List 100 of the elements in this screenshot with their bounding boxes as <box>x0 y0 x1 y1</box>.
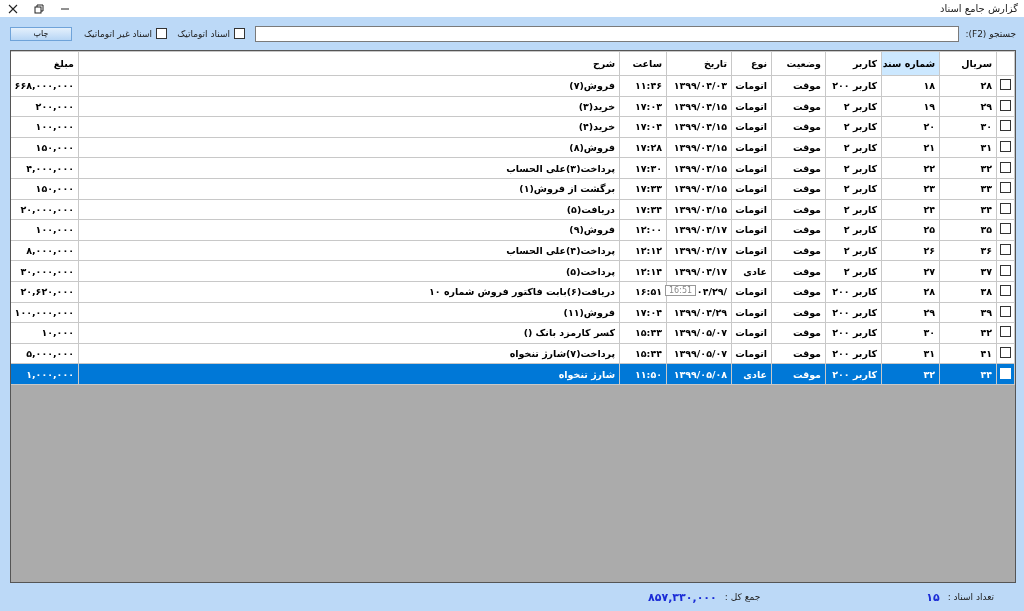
serial-cell: ۳۰ <box>980 121 992 133</box>
description-cell: دریافت(۶)بابت فاکتور فروش شماره ۱۰ <box>429 286 615 298</box>
user-cell: کاربر ۲ <box>843 265 877 277</box>
user-cell: کاربر ۲ <box>843 183 877 195</box>
doc-number-cell: ۳۱ <box>923 348 935 359</box>
row-checkbox[interactable] <box>1000 223 1011 235</box>
time-cell: ۱۶:۵۱ <box>635 286 662 298</box>
date-cell: ۱۳۹۹/۰۴/۱۵ <box>673 203 727 215</box>
doc-number-cell: ۲۱ <box>923 142 935 154</box>
doc-number-cell: ۳۲ <box>923 368 935 380</box>
serial-cell: ۴۴ <box>980 368 992 380</box>
tooltip: 16:51 <box>665 284 697 296</box>
doc-number-cell: ۲۷ <box>923 265 935 277</box>
amount-cell: ۲۰,۰۰۰,۰۰۰ <box>20 203 74 215</box>
column-header[interactable]: سریال <box>939 51 997 76</box>
row-checkbox[interactable] <box>1000 79 1011 91</box>
user-cell: کاربر ۲۰۰ <box>832 80 877 92</box>
user-cell: کاربر ۲۰۰ <box>832 286 877 298</box>
user-cell: کاربر ۲ <box>843 142 877 154</box>
row-checkbox[interactable] <box>1000 264 1011 276</box>
doc-number-cell: ۲۵ <box>923 224 935 236</box>
type-cell: اتومات <box>735 306 767 318</box>
type-cell: اتومات <box>735 142 767 154</box>
column-header[interactable]: شرح <box>78 51 620 76</box>
search-label: جستجو (F2): <box>965 28 1016 39</box>
search-field[interactable] <box>255 25 960 42</box>
date-cell: ۱۳۹۹/۰۴/۲۹ <box>673 306 727 318</box>
status-cell: موقت <box>792 80 821 92</box>
date-cell: ۱۳۹۹/۰۴/۱۷ <box>673 245 727 257</box>
row-checkbox[interactable] <box>1000 99 1011 111</box>
description-cell: پرداخت(۴)علی الحساب <box>506 245 615 257</box>
type-cell: اتومات <box>735 203 767 215</box>
row-checkbox[interactable] <box>1000 305 1011 317</box>
type-cell: اتومات <box>735 80 767 92</box>
document-count: ۱۵ <box>926 590 940 604</box>
serial-cell: ۳۸ <box>980 286 992 298</box>
doc-number-cell: ۱۸ <box>923 80 935 92</box>
serial-cell: ۲۸ <box>980 80 992 92</box>
amount-cell: ۱۰۰,۰۰۰ <box>35 224 74 236</box>
time-cell: ۱۲:۱۴ <box>635 265 662 277</box>
amount-cell: ۱۰۰,۰۰۰ <box>35 121 74 133</box>
type-cell: عادی <box>743 265 767 277</box>
print-button[interactable]: چاپ <box>10 26 72 41</box>
type-cell: اتومات <box>735 162 767 174</box>
user-cell: کاربر ۲۰۰ <box>832 327 877 339</box>
row-checkbox[interactable] <box>1000 347 1011 358</box>
close-icon <box>8 3 18 14</box>
amount-cell: ۱,۰۰۰,۰۰۰ <box>26 368 74 380</box>
column-header[interactable]: شماره سند <box>881 51 940 76</box>
amount-cell: ۵,۰۰۰,۰۰۰ <box>26 348 74 359</box>
amount-cell: ۸,۰۰۰,۰۰۰ <box>26 245 74 257</box>
description-cell: پرداخت(۳)علی الحساب <box>506 162 615 174</box>
row-checkbox[interactable] <box>1000 326 1011 338</box>
amount-cell: ۶۶۸,۰۰۰,۰۰۰ <box>14 80 74 92</box>
checkbox-label: اسناد اتوماتیک <box>177 28 230 39</box>
status-cell: موقت <box>792 203 821 215</box>
serial-cell: ۳۵ <box>980 224 992 236</box>
description-cell: فروش(۹) <box>569 224 615 236</box>
time-cell: ۱۲:۰۰ <box>635 224 662 236</box>
status-cell: موقت <box>792 327 821 339</box>
column-header[interactable]: مبلغ <box>11 51 79 76</box>
amount-cell: ۱۵۰,۰۰۰ <box>35 183 74 195</box>
status-cell: موقت <box>792 162 821 174</box>
column-header[interactable]: کاربر <box>825 51 882 76</box>
row-checkbox[interactable] <box>1000 161 1011 173</box>
checkbox-label: اسناد غیر اتوماتیک <box>84 28 153 39</box>
column-header[interactable]: وضعیت <box>771 51 826 76</box>
restore-icon <box>34 3 44 14</box>
type-cell: اتومات <box>735 245 767 257</box>
time-cell: ۱۷:۳۰ <box>635 162 662 174</box>
date-cell: /۰۴/۲۹ <box>696 286 727 298</box>
user-cell: کاربر ۲ <box>843 203 877 215</box>
row-checkbox[interactable] <box>1000 141 1011 153</box>
doc-number-cell: ۲۸ <box>923 286 935 298</box>
serial-cell: ۳۱ <box>980 142 992 154</box>
doc-number-cell: ۲۰ <box>923 121 935 133</box>
row-checkbox[interactable] <box>1000 120 1011 132</box>
date-cell: ۱۳۹۹/۰۴/۱۵ <box>673 100 727 112</box>
type-cell: اتومات <box>735 224 767 236</box>
date-cell: ۱۳۹۹/۰۴/۱۵ <box>673 142 727 154</box>
column-header[interactable]: نوع <box>731 51 772 76</box>
serial-cell: ۴۱ <box>980 348 992 359</box>
checkbox[interactable] <box>234 28 245 39</box>
description-cell: پرداخت(۵) <box>566 265 615 277</box>
doc-number-cell: ۲۲ <box>923 162 935 174</box>
doc-number-cell: ۲۹ <box>923 306 935 318</box>
description-cell: شارژ تنخواه <box>558 368 615 380</box>
date-cell: ۱۳۹۹/۰۴/۱۵ <box>673 162 727 174</box>
serial-cell: ۳۴ <box>980 203 992 215</box>
checkbox[interactable] <box>156 28 168 39</box>
row-checkbox[interactable] <box>1000 244 1011 256</box>
status-cell: موقت <box>792 142 821 154</box>
row-checkbox[interactable] <box>1000 182 1011 194</box>
user-cell: کاربر ۲۰۰ <box>832 348 877 359</box>
column-header[interactable]: تاریخ <box>666 51 732 76</box>
column-header[interactable]: ساعت <box>619 51 667 76</box>
count-label: تعداد اسناد : <box>947 592 994 602</box>
row-checkbox[interactable] <box>1000 202 1011 214</box>
description-cell: دریافت(۵) <box>566 203 615 215</box>
row-checkbox[interactable] <box>1000 285 1011 297</box>
